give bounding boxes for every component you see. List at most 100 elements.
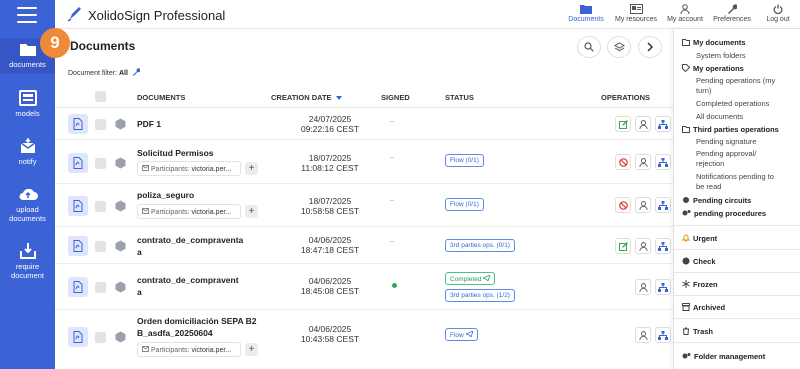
workflow-button[interactable]: [655, 327, 671, 343]
sidebar-item-label: require: [15, 262, 40, 271]
panel-item-all-documents[interactable]: All documents: [696, 112, 743, 121]
panel-item-my-documents[interactable]: My documents: [682, 38, 746, 47]
edit-button[interactable]: [615, 116, 631, 132]
layers-button[interactable]: [607, 36, 631, 58]
panel-item-check[interactable]: Check: [682, 257, 716, 266]
row-checkbox[interactable]: [95, 119, 106, 130]
signer-button[interactable]: [635, 197, 651, 213]
document-name[interactable]: Solicitud Permisos: [137, 147, 214, 159]
status-badge[interactable]: Flow (0/1): [445, 198, 484, 211]
nav-my-resources[interactable]: My resources: [611, 4, 661, 23]
sidebar-item-models[interactable]: models: [0, 90, 55, 118]
document-name[interactable]: contrato_de_compravent a: [137, 274, 239, 298]
column-header-signed[interactable]: SIGNED: [381, 93, 410, 102]
sidebar-item-upload-documents[interactable]: upload documents: [0, 186, 55, 223]
trash-icon: [683, 327, 689, 335]
row-checkbox[interactable]: [95, 241, 106, 252]
document-name[interactable]: Orden domiciliación SEPA B2 B_asdfa_20250…: [137, 315, 257, 339]
panel-item-pending-circuits[interactable]: Pending circuits: [682, 196, 751, 205]
workflow-button[interactable]: [655, 238, 671, 254]
participants-label: Participants:: [150, 347, 190, 354]
column-header-creation-date[interactable]: CREATION DATE: [271, 93, 342, 102]
signer-button[interactable]: [635, 238, 651, 254]
edit-button[interactable]: [615, 238, 631, 254]
signer-button[interactable]: [635, 279, 651, 295]
row-checkbox[interactable]: [95, 201, 106, 212]
nav-documents[interactable]: Documents: [564, 4, 608, 23]
status-badge[interactable]: 3rd parties ops. (1/2): [445, 289, 515, 302]
table-row[interactable]: poliza_seguro Participants: victoria.per…: [55, 184, 675, 227]
menu-icon[interactable]: [17, 7, 37, 23]
panel-item-archived[interactable]: Archived: [682, 303, 725, 312]
table-row[interactable]: contrato_de_compravent a 04/06/2025 18:45:…: [55, 264, 675, 310]
add-participant-button[interactable]: +: [245, 205, 258, 218]
status-badge[interactable]: 3rd parties ops. (0/1): [445, 239, 515, 252]
table-row[interactable]: Solicitud Permisos Participants: victori…: [55, 140, 675, 184]
signer-button[interactable]: [635, 327, 651, 343]
table-row[interactable]: Orden domiciliación SEPA B2 B_asdfa_20250…: [55, 310, 675, 364]
status-badge[interactable]: Completed: [445, 272, 496, 285]
pdf-preview-button[interactable]: [68, 114, 88, 134]
panel-item-pending-approval[interactable]: Pending approval/rejection: [696, 149, 756, 169]
expand-panel-button[interactable]: [638, 36, 662, 58]
panel-item-frozen[interactable]: Frozen: [682, 280, 718, 289]
wrench-icon[interactable]: [132, 68, 141, 76]
panel-item-trash[interactable]: Trash: [682, 327, 713, 336]
document-name[interactable]: PDF 1: [137, 118, 161, 130]
participants-chip[interactable]: Participants: victoria.per...: [137, 161, 241, 176]
sidebar-item-notify[interactable]: notify: [0, 138, 55, 166]
row-checkbox[interactable]: [95, 332, 106, 343]
pdf-preview-button[interactable]: [68, 196, 88, 216]
nav-preferences[interactable]: Preferences: [710, 4, 754, 23]
participants-chip[interactable]: Participants: victoria.per...: [137, 204, 241, 219]
panel-item-completed-operations[interactable]: Completed operations: [696, 99, 769, 108]
panel-item-label: Urgent: [693, 234, 718, 243]
pdf-preview-button[interactable]: [68, 236, 88, 256]
column-header-status[interactable]: STATUS: [445, 93, 474, 102]
panel-item-pending-operations[interactable]: Pending operations (my turn): [696, 76, 775, 96]
panel-item-system-folders[interactable]: System folders: [696, 51, 746, 60]
signer-button[interactable]: [635, 154, 651, 170]
pdf-preview-button[interactable]: [68, 153, 88, 173]
panel-item-urgent[interactable]: Urgent: [681, 234, 718, 243]
select-all-checkbox[interactable]: [95, 91, 106, 102]
add-participant-button[interactable]: +: [245, 343, 258, 356]
nav-log-out[interactable]: Log out: [758, 4, 798, 23]
table-row[interactable]: contrato_de_compraventa a 04/06/2025 18:47…: [55, 227, 675, 264]
row-checkbox[interactable]: [95, 282, 106, 293]
workflow-button[interactable]: [655, 197, 671, 213]
cancel-button[interactable]: [615, 154, 631, 170]
column-header-documents[interactable]: DOCUMENTS: [137, 93, 185, 102]
user-icon: [638, 200, 648, 210]
search-button[interactable]: [577, 36, 601, 58]
signed-dot: [392, 283, 397, 288]
status-badge[interactable]: Flow (0/1): [445, 154, 484, 167]
status-badge[interactable]: Flow: [445, 328, 478, 341]
document-name[interactable]: poliza_seguro: [137, 189, 194, 201]
workflow-button[interactable]: [655, 154, 671, 170]
nav-my-account[interactable]: My account: [663, 4, 707, 23]
pdf-preview-button[interactable]: [68, 277, 88, 297]
panel-item-my-operations[interactable]: My operations: [682, 64, 744, 73]
panel-item-third-parties-operations[interactable]: Third parties operations: [682, 125, 779, 134]
signer-button[interactable]: [635, 116, 651, 132]
workflow-button[interactable]: [655, 116, 671, 132]
row-checkbox[interactable]: [95, 158, 106, 169]
pdf-preview-button[interactable]: [68, 327, 88, 347]
participants-chip[interactable]: Participants: victoria.per...: [137, 342, 241, 357]
sidebar-item-require-document[interactable]: require document: [0, 242, 55, 280]
cancel-button[interactable]: [615, 197, 631, 213]
table-row[interactable]: PDF 1 24/07/2025 09:22:16 CEST –: [55, 108, 675, 140]
pdf-file-icon: [73, 281, 83, 293]
panel-item-pending-signature[interactable]: Pending signature: [696, 137, 756, 146]
folder-open-icon: [682, 39, 690, 46]
panel-item-notifications-pending[interactable]: Notifications pending to be read: [696, 172, 774, 192]
document-name[interactable]: contrato_de_compraventa a: [137, 234, 243, 258]
workflow-button[interactable]: [655, 279, 671, 295]
document-filter[interactable]: Document filter: All: [68, 68, 141, 77]
cube-icon: [115, 240, 126, 252]
panel-item-pending-procedures[interactable]: pending procedures: [682, 209, 766, 218]
panel-item-folder-management[interactable]: Folder management: [682, 352, 765, 361]
add-participant-button[interactable]: +: [245, 162, 258, 175]
panel-divider: [674, 249, 800, 250]
